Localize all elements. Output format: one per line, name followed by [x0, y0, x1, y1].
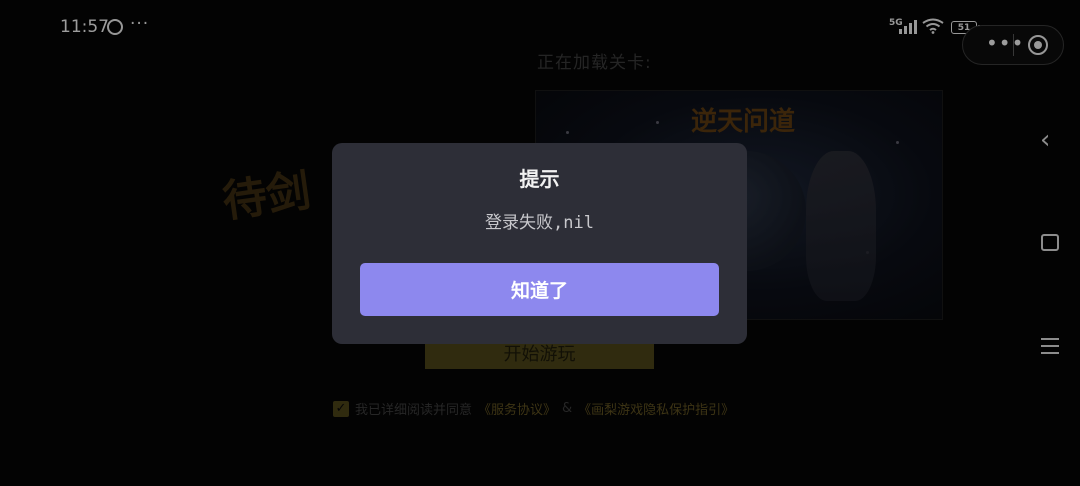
confirm-button[interactable]: 知道了	[360, 263, 719, 316]
dialog-message: 登录失败,nil	[485, 213, 594, 233]
alert-dialog: 提示 登录失败,nil 知道了	[332, 143, 747, 344]
dialog-title: 提示	[519, 167, 560, 191]
